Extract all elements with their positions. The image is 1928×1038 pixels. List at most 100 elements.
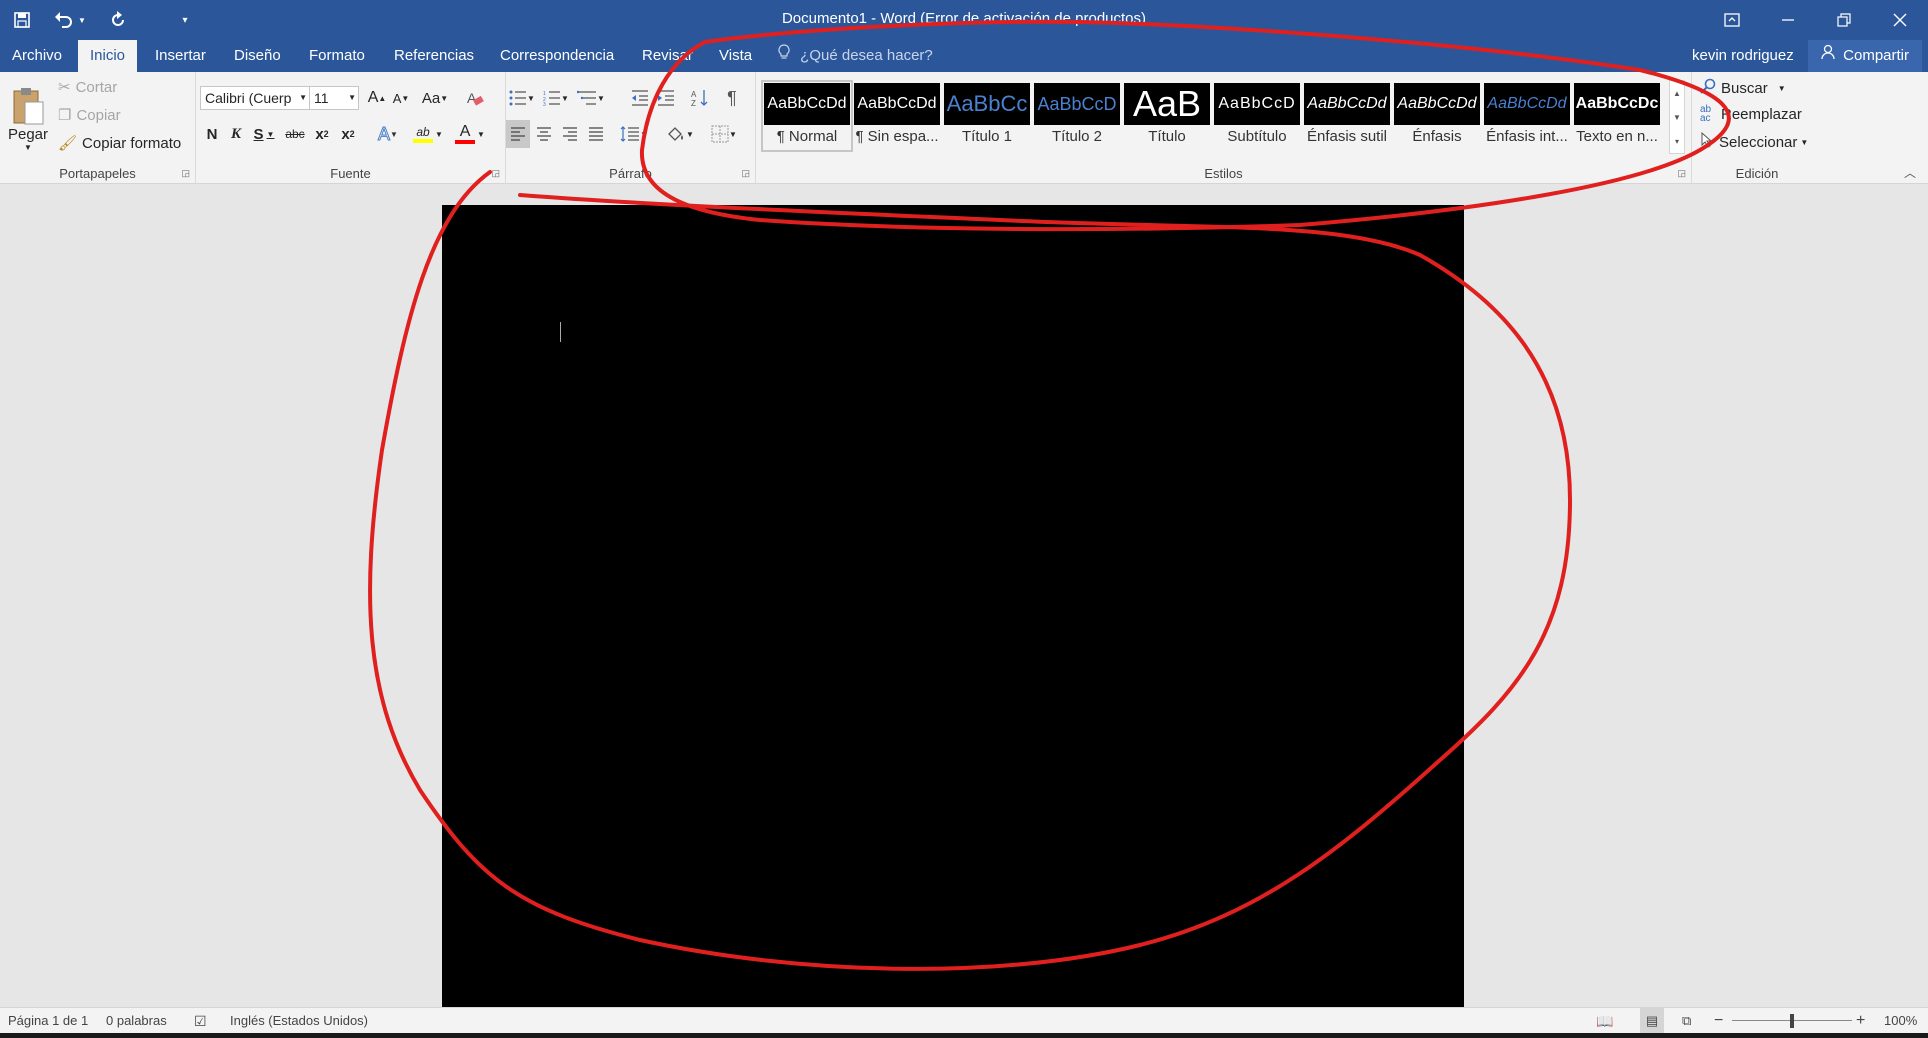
document-canvas[interactable] bbox=[0, 185, 1928, 1007]
shading-button[interactable]: ▼ bbox=[662, 120, 698, 148]
minimize-icon[interactable] bbox=[1760, 0, 1816, 40]
chevron-down-icon[interactable]: ▼ bbox=[24, 143, 32, 152]
document-page[interactable] bbox=[442, 205, 1464, 1007]
tab-revisar[interactable]: Revisar bbox=[638, 40, 697, 72]
zoom-slider[interactable] bbox=[1732, 1008, 1852, 1034]
ribbon-display-options-icon[interactable] bbox=[1704, 0, 1760, 40]
clear-formatting-button[interactable]: A bbox=[462, 84, 488, 112]
style-normal[interactable]: AaBbCcDd ¶ Normal bbox=[761, 80, 853, 152]
replace-button[interactable]: ab ac Reemplazar bbox=[1700, 105, 1802, 124]
paste-button[interactable]: Pegar ▼ bbox=[6, 78, 50, 160]
scroll-down-icon[interactable]: ▼ bbox=[1673, 113, 1681, 122]
italic-button[interactable]: K bbox=[226, 120, 246, 148]
text-effects-button[interactable]: A ▼ bbox=[372, 120, 404, 148]
decrease-indent-button[interactable] bbox=[628, 84, 652, 112]
print-layout-icon[interactable]: ▤ bbox=[1640, 1008, 1664, 1034]
tab-insertar[interactable]: Insertar bbox=[151, 40, 210, 72]
chevron-down-icon[interactable]: ▼ bbox=[299, 87, 307, 109]
chevron-down-icon[interactable]: ▼ bbox=[597, 94, 605, 103]
change-case-button[interactable]: Aa ▼ bbox=[418, 84, 452, 112]
zoom-out-button[interactable]: − bbox=[1714, 1008, 1723, 1034]
cut-button[interactable]: ✂ Cortar bbox=[58, 78, 117, 97]
chevron-down-icon[interactable]: ▼ bbox=[477, 130, 485, 139]
find-button[interactable]: Buscar ▼ bbox=[1700, 78, 1786, 98]
font-name-combo[interactable]: Calibri (Cuerp ▼ bbox=[200, 86, 310, 110]
style-titulo[interactable]: AaB Título bbox=[1124, 83, 1210, 149]
sort-button[interactable]: AZ bbox=[688, 84, 712, 112]
align-center-button[interactable] bbox=[532, 120, 556, 148]
tab-vista[interactable]: Vista bbox=[715, 40, 756, 72]
tab-diseno[interactable]: Diseño bbox=[230, 40, 285, 72]
grow-font-button[interactable]: A ▲ bbox=[366, 84, 388, 112]
style-titulo-1[interactable]: AaBbCc Título 1 bbox=[944, 83, 1030, 149]
format-painter-button[interactable]: 🖌 Copiar formato bbox=[58, 134, 181, 153]
tell-me-box[interactable]: ¿Qué desea hacer? bbox=[778, 40, 933, 72]
numbering-button[interactable]: 1 2 3 ▼ bbox=[540, 84, 572, 112]
web-layout-icon[interactable]: ⧉ bbox=[1682, 1008, 1691, 1034]
style-sin-espaciado[interactable]: AaBbCcDd ¶ Sin espa... bbox=[854, 83, 940, 149]
tab-correspondencia[interactable]: Correspondencia bbox=[496, 40, 618, 72]
dialog-launcher-icon[interactable]: ◲ bbox=[181, 168, 190, 179]
more-styles-icon[interactable]: ▾ bbox=[1675, 137, 1679, 146]
chevron-down-icon[interactable]: ▼ bbox=[1778, 84, 1786, 93]
multilevel-list-button[interactable]: ▼ bbox=[574, 84, 608, 112]
chevron-down-icon[interactable]: ▼ bbox=[640, 130, 648, 139]
restore-icon[interactable] bbox=[1816, 0, 1872, 40]
tab-formato[interactable]: Formato bbox=[305, 40, 369, 72]
increase-indent-button[interactable] bbox=[654, 84, 678, 112]
tab-archivo[interactable]: Archivo bbox=[8, 40, 66, 72]
dialog-launcher-icon[interactable]: ◲ bbox=[1677, 168, 1686, 179]
collapse-ribbon-icon[interactable]: ︿ bbox=[1898, 158, 1922, 186]
chevron-down-icon[interactable]: ▼ bbox=[267, 130, 275, 139]
borders-button[interactable]: ▼ bbox=[706, 120, 742, 148]
highlight-button[interactable]: ab ▼ bbox=[410, 120, 446, 148]
select-button[interactable]: Seleccionar ▼ bbox=[1700, 131, 1808, 152]
proofing-icon[interactable]: ☑ bbox=[194, 1008, 207, 1034]
line-spacing-button[interactable]: ▼ bbox=[616, 120, 652, 148]
chevron-down-icon[interactable]: ▼ bbox=[390, 130, 398, 139]
language-label[interactable]: Inglés (Estados Unidos) bbox=[230, 1008, 368, 1034]
copy-button[interactable]: ❐ Copiar bbox=[58, 106, 121, 125]
tab-referencias[interactable]: Referencias bbox=[390, 40, 478, 72]
word-count[interactable]: 0 palabras bbox=[106, 1008, 167, 1034]
user-name[interactable]: kevin rodriguez bbox=[1692, 40, 1794, 72]
scroll-up-icon[interactable]: ▲ bbox=[1673, 89, 1681, 98]
chevron-down-icon[interactable]: ▼ bbox=[686, 130, 694, 139]
style-titulo-2[interactable]: AaBbCcD Título 2 bbox=[1034, 83, 1120, 149]
page-count[interactable]: Página 1 de 1 bbox=[8, 1008, 88, 1034]
font-size-combo[interactable]: 11 ▼ bbox=[309, 86, 359, 110]
chevron-down-icon[interactable]: ▼ bbox=[348, 87, 356, 109]
justify-button[interactable] bbox=[584, 120, 608, 148]
zoom-level[interactable]: 100% bbox=[1884, 1008, 1917, 1034]
show-formatting-button[interactable]: ¶ bbox=[720, 84, 744, 112]
bold-button[interactable]: N bbox=[202, 120, 222, 148]
chevron-down-icon[interactable]: ▼ bbox=[561, 94, 569, 103]
style-enfasis-sutil[interactable]: AaBbCcDd Énfasis sutil bbox=[1304, 83, 1390, 149]
style-enfasis-intenso[interactable]: AaBbCcDd Énfasis int... bbox=[1484, 83, 1570, 149]
shrink-font-button[interactable]: A ▼ bbox=[390, 84, 412, 112]
read-mode-icon[interactable]: 📖 bbox=[1596, 1008, 1613, 1034]
styles-gallery-scroll[interactable]: ▲ ▼ ▾ bbox=[1669, 80, 1685, 154]
style-subtitulo[interactable]: AaBbCcD Subtítulo bbox=[1214, 83, 1300, 149]
share-button[interactable]: Compartir bbox=[1808, 40, 1922, 72]
superscript-button[interactable]: x2 bbox=[336, 120, 360, 148]
chevron-down-icon[interactable]: ▼ bbox=[435, 130, 443, 139]
chevron-down-icon[interactable]: ▼ bbox=[729, 130, 737, 139]
chevron-down-icon[interactable]: ▼ bbox=[1800, 138, 1808, 147]
dialog-launcher-icon[interactable]: ◲ bbox=[741, 168, 750, 179]
chevron-down-icon[interactable]: ▼ bbox=[527, 94, 535, 103]
style-enfasis[interactable]: AaBbCcDd Énfasis bbox=[1394, 83, 1480, 149]
zoom-in-button[interactable]: + bbox=[1856, 1008, 1865, 1034]
style-texto-en-negrita[interactable]: AaBbCcDc Texto en n... bbox=[1574, 83, 1660, 149]
close-icon[interactable] bbox=[1872, 0, 1928, 40]
align-right-button[interactable] bbox=[558, 120, 582, 148]
underline-button[interactable]: S ▼ bbox=[250, 120, 278, 148]
dialog-launcher-icon[interactable]: ◲ bbox=[491, 168, 500, 179]
tab-inicio[interactable]: Inicio bbox=[78, 40, 138, 72]
zoom-slider-thumb[interactable] bbox=[1790, 1014, 1794, 1028]
align-left-button[interactable] bbox=[506, 120, 530, 148]
chevron-down-icon[interactable]: ▼ bbox=[440, 94, 448, 103]
strikethrough-button[interactable]: abc bbox=[282, 120, 308, 148]
subscript-button[interactable]: x2 bbox=[310, 120, 334, 148]
font-color-button[interactable]: A ▼ bbox=[452, 120, 488, 148]
